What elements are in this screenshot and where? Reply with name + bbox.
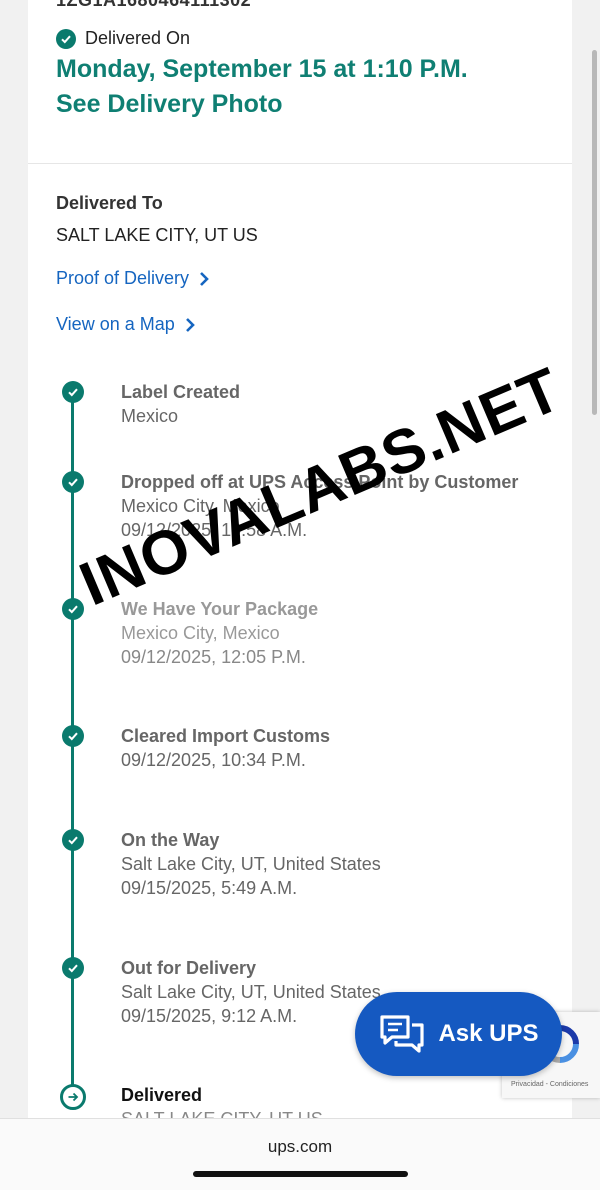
chat-bubbles-icon: [378, 1013, 426, 1055]
proof-of-delivery-label: Proof of Delivery: [56, 268, 190, 288]
see-delivery-photo-link[interactable]: See Delivery Photo: [56, 90, 282, 119]
timeline-check-icon: [62, 471, 84, 493]
event-detail: 09/12/2025, 10:34 P.M.: [121, 750, 306, 770]
event-detail: Mexico City, Mexico: [121, 623, 280, 643]
proof-of-delivery-link[interactable]: Proof of Delivery: [56, 268, 209, 289]
event-title: On the Way: [121, 830, 220, 850]
delivered-to-title: Delivered To: [56, 193, 163, 213]
event-title: Cleared Import Customs: [121, 726, 331, 746]
delivered-to-value: SALT LAKE CITY, UT US: [56, 225, 258, 245]
chevron-right-icon: [199, 271, 209, 287]
timeline-event: Cleared Import Customs 09/12/2025, 10:34…: [121, 724, 561, 772]
status-row: Delivered On: [56, 28, 190, 49]
event-detail: Salt Lake City, UT, United States: [121, 854, 381, 874]
timeline-check-icon: [62, 957, 84, 979]
page: 1ZG1A1680464111302 Delivered On Monday, …: [0, 0, 600, 1190]
event-detail: 09/15/2025, 5:49 A.M.: [121, 878, 298, 898]
view-on-map-label: View on a Map: [56, 314, 175, 334]
chevron-right-icon: [185, 317, 195, 333]
timeline-event: On the Way Salt Lake City, UT, United St…: [121, 828, 561, 900]
recaptcha-text[interactable]: Privacidad - Condiciones: [511, 1081, 588, 1088]
event-title: We Have Your Package: [121, 599, 319, 619]
timeline-check-icon: [62, 725, 84, 747]
delivery-summary: 1ZG1A1680464111302 Delivered On Monday, …: [28, 0, 572, 164]
ask-ups-button[interactable]: Ask UPS: [355, 992, 562, 1076]
timeline-check-icon: [62, 829, 84, 851]
event-title: Out for Delivery: [121, 958, 257, 978]
home-indicator[interactable]: [193, 1171, 408, 1177]
check-circle-icon: [56, 28, 76, 49]
url-bar[interactable]: ups.com: [0, 1137, 600, 1157]
scrollbar[interactable]: [592, 50, 597, 415]
arrow-right-circle-icon: [60, 1084, 86, 1110]
event-title: Delivered: [121, 1085, 203, 1105]
timeline-check-icon: [62, 381, 84, 403]
event-detail: 09/12/2025, 12:05 P.M.: [121, 647, 306, 667]
view-on-map-link[interactable]: View on a Map: [56, 314, 195, 335]
ask-ups-label: Ask UPS: [438, 1020, 539, 1047]
tracking-number: 1ZG1A1680464111302: [56, 0, 252, 10]
delivered-date: Monday, September 15 at 1:10 P.M.: [56, 55, 468, 83]
status-label: Delivered On: [85, 28, 191, 48]
timeline-check-icon: [62, 598, 84, 620]
browser-bottom-bar: ups.com: [0, 1118, 600, 1190]
timeline-event: We Have Your Package Mexico City, Mexico…: [121, 597, 561, 669]
